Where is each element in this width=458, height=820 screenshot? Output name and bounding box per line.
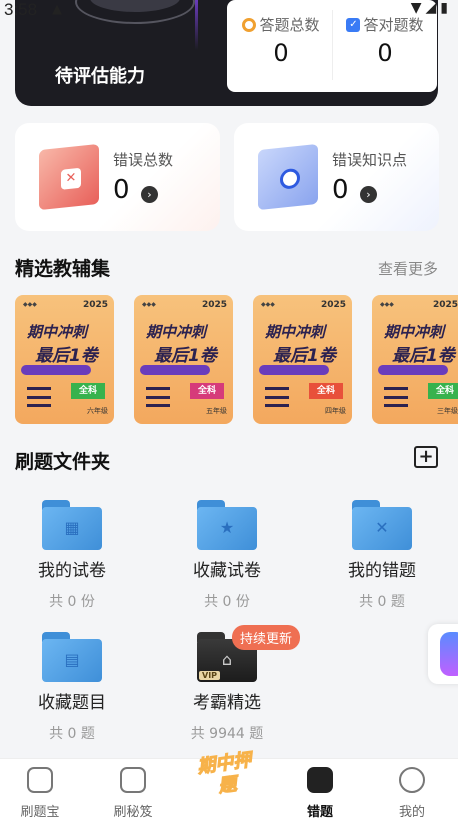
book-grade: 四年级 (325, 407, 346, 415)
status-bar: 3:58 ▲ ▼◢▮ (0, 0, 458, 22)
home-icon (27, 767, 53, 793)
folder-count: 共 0 题 (359, 594, 405, 610)
folder-my-papers[interactable]: ▦ 我的试卷 共 0 份 (2, 500, 142, 611)
book-grade: 五年级 (206, 407, 227, 415)
tab-label: 错题 (306, 805, 333, 820)
folder-name: 我的试卷 (38, 561, 106, 581)
tab-midterm-predict[interactable]: 期中押题 (192, 749, 262, 817)
book-year: 2025 (320, 300, 346, 310)
error-total-label: 错误总数 (113, 151, 174, 169)
error-total-card[interactable]: ✕ 错误总数 0 › (15, 123, 220, 231)
book-card[interactable]: ◆◆◆ 2025 期中冲刺 最后1卷 全科 六年级 (15, 295, 114, 424)
scroll-icon (120, 767, 146, 793)
alert-icon: ▲ (52, 2, 62, 17)
publisher-logo: ◆◆◆ (142, 301, 156, 308)
question-folder-icon: ▤ (42, 632, 102, 682)
tab-errors[interactable]: 错题 (280, 767, 360, 820)
book-title: 期中冲刺 (146, 323, 207, 341)
book-lines (27, 387, 51, 407)
folder-name: 收藏题目 (38, 693, 106, 713)
book-card[interactable]: ◆◆◆ 2025 期中冲刺 最后1卷 全科 三年级 (372, 295, 458, 424)
book-card[interactable]: ◆◆◆ 2025 期中冲刺 最后1卷 全科 五年级 (134, 295, 233, 424)
stat-value: 0 (273, 39, 289, 67)
publisher-logo: ◆◆◆ (261, 301, 275, 308)
books-section-title: 精选教辅集 (15, 258, 111, 280)
book-strip (21, 365, 91, 375)
book-card[interactable]: ◆◆◆ 2025 期中冲刺 最后1卷 全科 四年级 (253, 295, 352, 424)
error-folder-icon: ✕ (352, 500, 412, 550)
status-time: 3:58 (4, 0, 38, 19)
folder-count: 共 9944 题 (190, 726, 264, 742)
book-year: 2025 (432, 300, 458, 310)
update-badge: 持续更新 (232, 625, 301, 650)
book-lines (384, 387, 408, 407)
folder-name: 我的错题 (348, 561, 416, 581)
add-folder-button[interactable]: + (414, 446, 438, 468)
tab-practice[interactable]: 刷题宝 (0, 767, 80, 820)
status-icons: ▼◢▮ (410, 0, 452, 16)
tab-label: 刷秘笈 (113, 805, 153, 820)
book-lines (146, 387, 170, 407)
tab-tips[interactable]: 刷秘笈 (93, 767, 173, 820)
floating-app-button[interactable] (428, 624, 458, 684)
book-title: 期中冲刺 (265, 323, 326, 341)
app-icon (440, 632, 458, 676)
magnifier-book-icon (258, 143, 318, 211)
publisher-logo: ◆◆◆ (380, 301, 394, 308)
folder-icon: ▦ (42, 500, 102, 550)
book-strip (259, 365, 329, 375)
folder-name: 收藏试卷 (193, 561, 261, 581)
book-subtitle: 最后1卷 (273, 346, 336, 366)
folder-saved-questions[interactable]: ▤ 收藏题目 共 0 题 (2, 632, 142, 743)
book-subtitle: 最后1卷 (35, 346, 98, 366)
book-grade: 六年级 (87, 407, 108, 415)
book-tag: 全科 (71, 383, 105, 399)
tab-label: 刷题宝 (20, 805, 60, 820)
folder-my-errors[interactable]: ✕ 我的错题 共 0 题 (312, 500, 452, 611)
book-subtitle: 最后1卷 (392, 346, 455, 366)
tab-label: 我的 (398, 805, 425, 820)
book-lines (265, 387, 289, 407)
error-book-icon: ✕ (39, 143, 99, 211)
smiley-icon (399, 767, 425, 793)
tab-label: 期中押题 (196, 749, 253, 798)
folder-count: 共 0 份 (204, 594, 250, 610)
book-title: 期中冲刺 (384, 323, 445, 341)
vip-label: VIP (199, 671, 221, 680)
error-book-tab-icon (307, 767, 333, 793)
book-grade: 三年级 (437, 407, 458, 415)
book-tag: 全科 (309, 383, 343, 399)
book-tag: 全科 (190, 383, 224, 399)
stat-value: 0 (377, 39, 393, 67)
book-year: 2025 (82, 300, 108, 310)
book-year: 2025 (201, 300, 227, 310)
chevron-right-icon[interactable]: › (360, 186, 377, 203)
error-knowledge-value: 0 (332, 175, 349, 205)
book-title: 期中冲刺 (27, 323, 88, 341)
folder-saved-papers[interactable]: ★ 收藏试卷 共 0 份 (157, 500, 297, 611)
star-folder-icon: ★ (197, 500, 257, 550)
bottom-tab-bar: 刷题宝 刷秘笈 期中押题 错题 我的 (0, 749, 458, 820)
error-total-value: 0 (113, 175, 130, 205)
tab-me[interactable]: 我的 (372, 767, 452, 820)
book-strip (378, 365, 448, 375)
ability-title: 待评估能力 (55, 66, 145, 87)
folder-name: 考霸精选 (193, 693, 261, 713)
folders-section-title: 刷题文件夹 (15, 451, 111, 473)
folder-count: 共 0 份 (49, 594, 95, 610)
error-knowledge-label: 错误知识点 (332, 151, 408, 169)
see-more-link[interactable]: 查看更多 (378, 258, 438, 279)
book-tag: 全科 (428, 383, 458, 399)
book-strip (140, 365, 210, 375)
book-subtitle: 最后1卷 (154, 346, 217, 366)
error-knowledge-card[interactable]: 错误知识点 0 › (234, 123, 439, 231)
chevron-right-icon[interactable]: › (141, 186, 158, 203)
folder-count: 共 0 题 (49, 726, 95, 742)
publisher-logo: ◆◆◆ (23, 301, 37, 308)
